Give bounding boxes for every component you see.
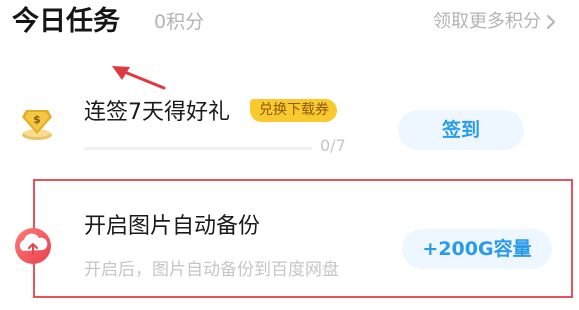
svg-text:$: $ — [33, 113, 41, 126]
checkin-progress-text: 0/7 — [320, 136, 346, 155]
backup-task-title: 开启图片自动备份 — [84, 214, 261, 239]
cloud-upload-icon — [15, 228, 51, 264]
gold-coin-icon: $ — [22, 110, 52, 140]
claim-capacity-button[interactable]: +200G容量 — [402, 229, 552, 269]
backup-task-description: 开启后，图片自动备份到百度网盘 — [84, 260, 339, 280]
more-points-label: 领取更多积分 — [433, 11, 541, 32]
sign-in-button[interactable]: 签到 — [398, 110, 524, 150]
points-count: 0积分 — [154, 11, 205, 33]
task-row-checkin: $ 连签7天得好礼 兑换下载券 0/7 签到 — [0, 82, 579, 168]
checkin-progress-bar — [84, 147, 312, 150]
task-panel: 今日任务 0积分 领取更多积分 $ 连签7天得好礼 兑换下载券 0/7 签到 开… — [0, 0, 579, 310]
section-title: 今日任务 — [12, 6, 120, 37]
more-points-link[interactable]: 领取更多积分 — [433, 8, 557, 36]
checkin-task-title: 连签7天得好礼 — [84, 100, 230, 125]
chevron-right-icon — [547, 15, 555, 29]
voucher-badge: 兑换下载券 — [250, 99, 337, 122]
